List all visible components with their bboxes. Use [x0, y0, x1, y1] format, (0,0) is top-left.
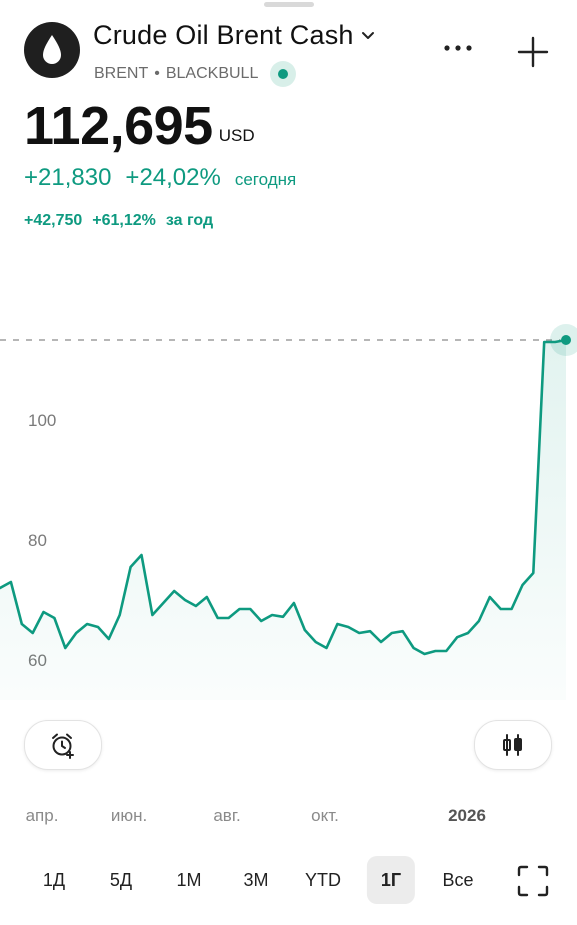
price-line	[0, 338, 568, 656]
current-price: 112,695	[24, 96, 213, 156]
change-period-label: сегодня	[234, 170, 297, 189]
x-tick-label: апр.	[25, 806, 59, 825]
y-tick-label: 80	[28, 531, 47, 550]
oil-drop-icon	[24, 22, 80, 78]
add-alert-button[interactable]	[24, 720, 102, 770]
x-tick-label: июн.	[110, 806, 148, 825]
y-tick-label: 100	[28, 411, 56, 430]
more-icon[interactable]	[440, 33, 476, 63]
change-today: +21,830 +24,02% сегодня	[24, 164, 296, 192]
x-tick-label: окт.	[311, 806, 339, 825]
year-change-absolute: +42,750	[24, 212, 83, 229]
range-1m[interactable]: 1М	[162, 856, 215, 904]
live-dot-icon	[270, 61, 297, 87]
symbol-code: BRENT	[94, 65, 149, 82]
change-absolute: +21,830	[24, 164, 112, 191]
symbol-selector[interactable]: Crude Oil Brent Cash	[93, 20, 376, 51]
price-area	[0, 340, 566, 700]
price-chart[interactable]: 1008060	[0, 300, 577, 700]
price-currency: USD	[218, 126, 255, 145]
plus-icon[interactable]	[514, 33, 552, 71]
last-point-marker	[561, 335, 571, 345]
year-change-label: за год	[165, 212, 214, 229]
range-ytd[interactable]: YTD	[291, 856, 355, 904]
change-year: +42,750 +61,12% за год	[24, 212, 213, 230]
instrument-title: Crude Oil Brent Cash	[93, 20, 354, 50]
x-tick-label: авг.	[213, 806, 241, 825]
range-1d[interactable]: 1Д	[29, 856, 79, 904]
candlestick-icon	[503, 734, 522, 756]
price-block: 112,695 USD	[24, 96, 255, 156]
drag-handle[interactable]	[264, 2, 314, 7]
range-3m[interactable]: 3М	[229, 856, 282, 904]
chart-type-button[interactable]	[474, 720, 552, 770]
exchange-name: BLACKBULL	[165, 65, 259, 82]
change-percent: +24,02%	[125, 164, 221, 191]
range-1y[interactable]: 1Г	[366, 856, 416, 904]
alarm-add-icon	[52, 733, 74, 759]
year-change-percent: +61,12%	[92, 212, 156, 229]
instrument-subtitle: BRENT • BLACKBULL	[94, 61, 297, 87]
range-5d[interactable]: 5Д	[96, 856, 146, 904]
fullscreen-icon[interactable]	[516, 864, 550, 898]
chevron-down-icon	[361, 31, 374, 39]
separator: •	[154, 65, 160, 82]
range-selector: 1Д 5Д 1М 3М YTD 1Г Все	[0, 856, 577, 904]
x-tick-label-year: 2026	[448, 806, 486, 825]
range-all[interactable]: Все	[428, 856, 487, 904]
